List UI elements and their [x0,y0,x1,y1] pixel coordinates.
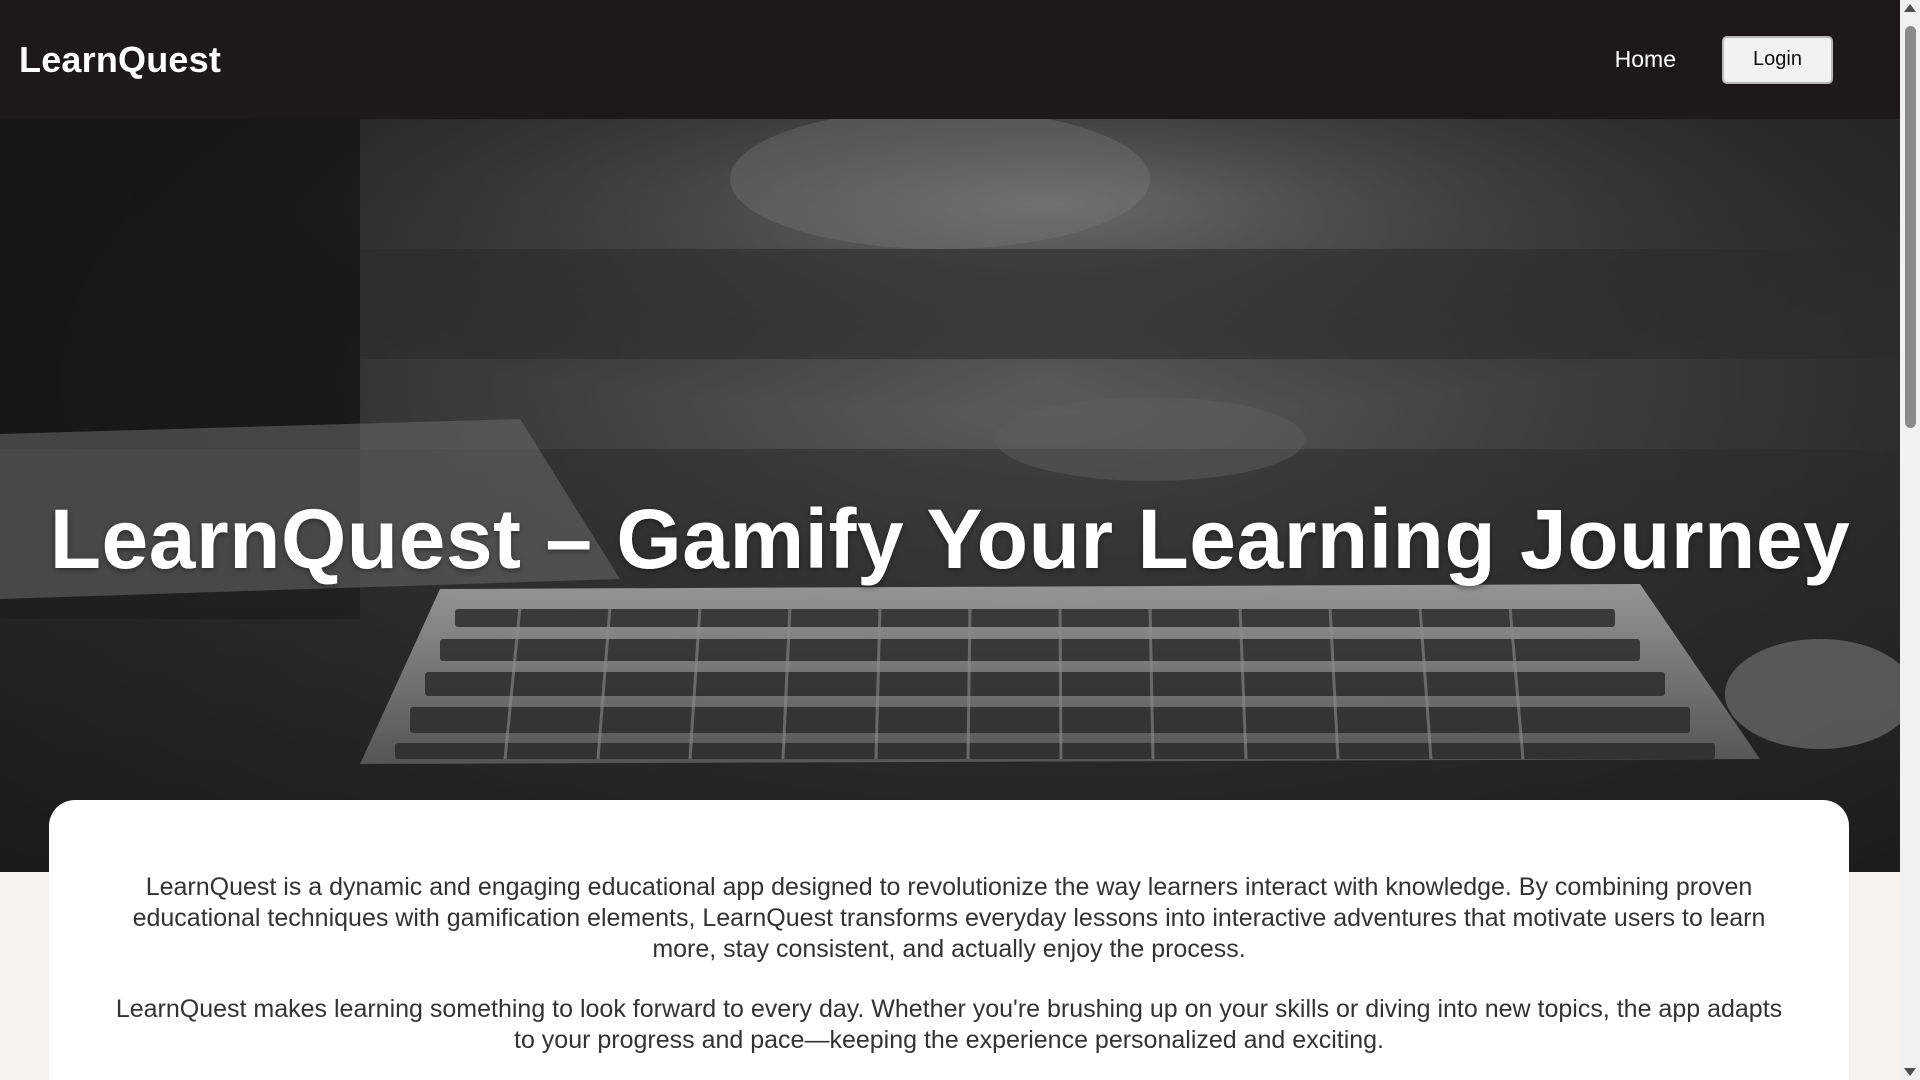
nav-links: Home Login [1615,0,1833,119]
hero-section: LearnQuest – Gamify Your Learning Journe… [0,119,1900,872]
scrollbar-thumb[interactable] [1905,26,1916,428]
about-paragraph-2: LearnQuest makes learning something to l… [115,995,1783,1054]
page: LearnQuest Home Login LearnQuest – Gamif… [0,0,1920,1080]
vertical-scrollbar[interactable] [1900,0,1920,1080]
login-button[interactable]: Login [1722,35,1833,84]
hero-title: LearnQuest – Gamify Your Learning Journe… [49,492,1851,587]
navbar: LearnQuest Home Login [0,0,1900,119]
about-card: LearnQuest is a dynamic and engaging edu… [49,800,1849,1080]
nav-home-link[interactable]: Home [1615,46,1676,73]
scroll-up-arrow-icon[interactable] [1904,4,1916,12]
brand-logo[interactable]: LearnQuest [19,39,221,81]
about-paragraph-1: LearnQuest is a dynamic and engaging edu… [132,873,1766,963]
scroll-down-arrow-icon[interactable] [1904,1068,1916,1076]
